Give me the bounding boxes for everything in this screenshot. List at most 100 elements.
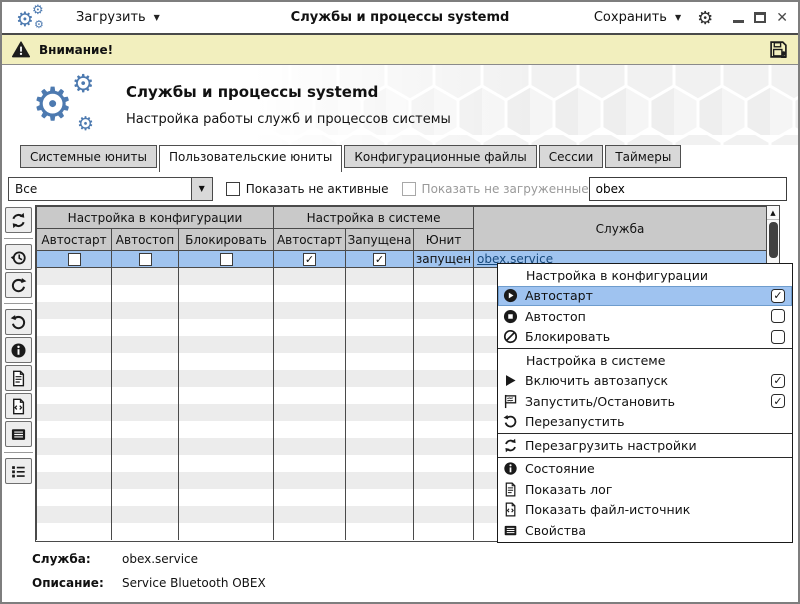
app-header-banner: ⚙ ⚙ ⚙ Службы и процессы systemd Настройк… [2, 65, 798, 145]
tab-config-files[interactable]: Конфигурационные файлы [344, 145, 536, 168]
context-menu-item-reload-settings[interactable]: Перезагрузить настройки [498, 435, 792, 456]
minimize-button[interactable] [733, 20, 744, 23]
context-menu-item-show-log[interactable]: Показать лог [498, 479, 792, 500]
warning-text: Внимание! [39, 43, 113, 57]
properties-icon [503, 523, 518, 538]
save-file-icon[interactable] [769, 40, 788, 59]
menu-separator [498, 348, 792, 349]
context-menu-item-restart[interactable]: Перезапустить [498, 412, 792, 433]
app-gears-logo: ⚙ ⚙ ⚙ [32, 71, 106, 139]
settings-gear-icon[interactable]: ⚙ [697, 9, 713, 27]
service-value: obex.service [122, 552, 198, 566]
properties-button[interactable] [5, 421, 32, 447]
save-menu-label: Сохранить [594, 10, 667, 25]
status-button[interactable] [5, 337, 32, 363]
filter-select[interactable]: Все ▼ [8, 177, 213, 201]
system-running-checkbox[interactable]: ✓ [373, 253, 386, 266]
context-menu-item-status[interactable]: Состояние [498, 459, 792, 480]
column-header[interactable]: Автостарт [274, 229, 346, 251]
context-menu: Настройка в конфигурации Автостарт ✓ Авт… [497, 263, 793, 543]
tab-system-units[interactable]: Системные юниты [20, 145, 157, 168]
column-header[interactable]: Автостарт [37, 229, 112, 251]
scrollbar-thumb[interactable] [769, 222, 778, 258]
source-file-icon [503, 502, 518, 517]
context-menu-item-show-source[interactable]: Показать файл-источник [498, 500, 792, 521]
group-header-config[interactable]: Настройка в конфигурации [37, 207, 274, 229]
stop-circle-icon [503, 309, 518, 324]
flag-icon [503, 394, 518, 409]
search-input[interactable] [589, 177, 787, 201]
column-header[interactable]: Автостоп [112, 229, 179, 251]
load-menu-button[interactable]: Загрузить ▼ [76, 10, 160, 25]
info-icon [503, 461, 518, 476]
tab-bar: Системные юниты Пользовательские юниты К… [2, 145, 798, 172]
reload-units-button[interactable] [5, 207, 32, 233]
menu-checkbox[interactable]: ✓ [771, 374, 785, 388]
toolbar-separator [4, 303, 33, 304]
toolbar-separator [4, 238, 33, 239]
details-panel: Служба: obex.service Описание: Service B… [2, 542, 798, 590]
maximize-button[interactable] [754, 12, 766, 23]
context-menu-item-enable-autostart[interactable]: Включить автозапуск ✓ [498, 371, 792, 392]
show-log-button[interactable] [5, 365, 32, 391]
list-button[interactable] [5, 458, 32, 484]
load-menu-label: Загрузить [76, 10, 146, 25]
chevron-down-icon: ▼ [675, 14, 681, 22]
menu-checkbox[interactable]: ✓ [771, 330, 785, 344]
menu-checkbox[interactable]: ✓ [771, 309, 785, 323]
play-icon [503, 373, 518, 388]
dropdown-arrow-icon[interactable]: ▼ [191, 178, 212, 200]
config-autostart-checkbox[interactable]: ✓ [68, 253, 81, 266]
redo-button[interactable] [5, 272, 32, 298]
log-file-icon [503, 482, 518, 497]
play-circle-icon [503, 288, 518, 303]
unit-status: запущен [414, 251, 474, 268]
filter-select-value: Все [15, 182, 37, 196]
menu-separator [498, 433, 792, 434]
service-label: Служба: [32, 552, 122, 566]
tab-sessions[interactable]: Сессии [539, 145, 604, 168]
column-header-service[interactable]: Служба [474, 207, 767, 251]
show-source-button[interactable] [5, 393, 32, 419]
reload-icon [503, 438, 518, 453]
menu-checkbox[interactable]: ✓ [771, 289, 785, 303]
tab-user-units[interactable]: Пользовательские юниты [159, 145, 342, 172]
group-header-system[interactable]: Настройка в системе [274, 207, 474, 229]
context-menu-item-autostop[interactable]: Автостоп ✓ [498, 306, 792, 327]
block-icon [503, 329, 518, 344]
warning-triangle-icon [12, 41, 30, 58]
column-header[interactable]: Блокировать [179, 229, 274, 251]
tab-timers[interactable]: Таймеры [605, 145, 681, 168]
scroll-up-icon[interactable]: ▲ [767, 206, 779, 220]
filter-bar: Все ▼ ✓ Показать не активные ✓ Показать … [2, 172, 798, 205]
warning-bar: Внимание! [2, 35, 798, 65]
banner-title: Службы и процессы systemd [126, 83, 451, 101]
config-block-checkbox[interactable]: ✓ [220, 253, 233, 266]
column-header[interactable]: Юнит [414, 229, 474, 251]
banner-subtitle: Настройка работы служб и процессов систе… [126, 112, 451, 127]
context-menu-section-system: Настройка в системе [498, 350, 792, 371]
app-window: ⚙ ⚙ ⚙ Загрузить ▼ Службы и процессы syst… [0, 0, 800, 604]
system-autostart-checkbox[interactable]: ✓ [303, 253, 316, 266]
context-menu-item-autostart[interactable]: Автостарт ✓ [498, 286, 792, 307]
app-gears-icon: ⚙ ⚙ ⚙ [16, 4, 50, 32]
save-menu-button[interactable]: Сохранить ▼ [594, 10, 681, 25]
close-button[interactable]: ✕ [776, 11, 788, 25]
show-inactive-checkbox[interactable]: ✓ Показать не активные [226, 182, 389, 196]
config-autostop-checkbox[interactable]: ✓ [139, 253, 152, 266]
menu-checkbox[interactable]: ✓ [771, 394, 785, 408]
history-button[interactable] [5, 244, 32, 270]
restart-button[interactable] [5, 309, 32, 335]
show-unloaded-checkbox: ✓ Показать не загруженные [402, 182, 589, 196]
window-controls: ✕ [733, 11, 788, 25]
context-menu-item-start-stop[interactable]: Запустить/Остановить ✓ [498, 391, 792, 412]
column-header[interactable]: Запущена [346, 229, 414, 251]
context-menu-item-properties[interactable]: Свойства [498, 520, 792, 541]
menu-separator [498, 457, 792, 458]
description-label: Описание: [32, 576, 122, 590]
undo-arrow-icon [503, 414, 518, 429]
context-menu-item-block[interactable]: Блокировать ✓ [498, 327, 792, 348]
toolbar-separator [4, 452, 33, 453]
left-toolbar [2, 205, 35, 542]
chevron-down-icon: ▼ [154, 14, 160, 22]
